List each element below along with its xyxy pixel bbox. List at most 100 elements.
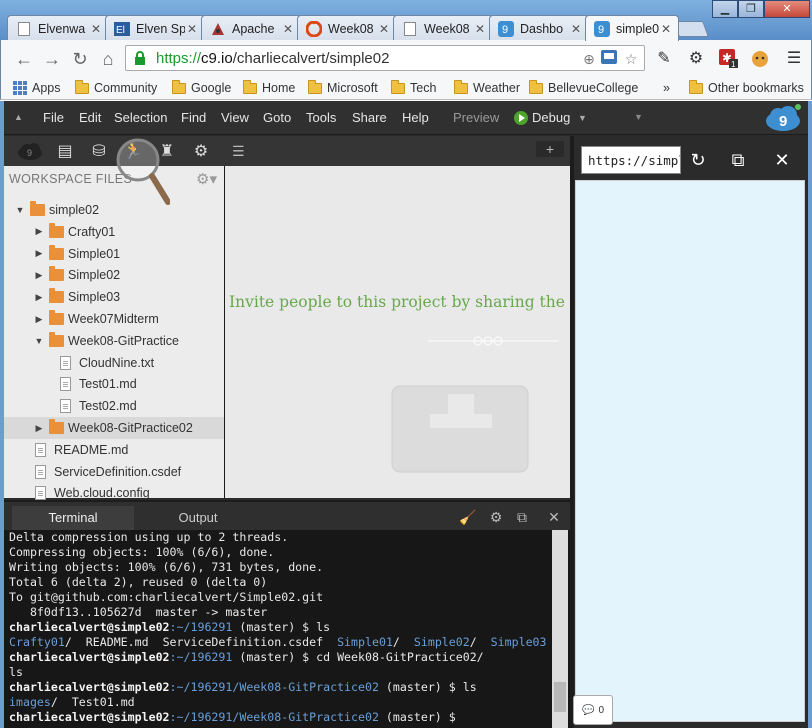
tree-folder[interactable]: ▶ Simple03 — [4, 286, 224, 308]
bookmark-folder[interactable]: BellevueCollege — [529, 79, 638, 97]
collapsed-arrow-icon[interactable]: ▶ — [33, 270, 45, 281]
home-icon[interactable]: ⌂ — [97, 48, 119, 70]
eyedropper-icon[interactable]: ✎ — [653, 48, 675, 70]
menu-view[interactable]: View — [221, 110, 249, 125]
tab-terminal[interactable]: Terminal — [12, 506, 134, 530]
divider-ornament-icon — [428, 336, 558, 346]
menu-help[interactable]: Help — [402, 110, 429, 125]
bookmarks-overflow-button[interactable]: » — [663, 79, 670, 97]
expanded-arrow-icon[interactable]: ▼ — [14, 205, 26, 215]
browser-tab-2[interactable]: Apache ✕ — [201, 15, 301, 41]
gear-icon[interactable]: ⚙ — [685, 48, 707, 70]
workspace-gear-icon[interactable]: ⚙▾ — [196, 170, 217, 188]
tree-file[interactable]: README.md — [4, 439, 224, 461]
bookmark-folder[interactable]: Tech — [391, 79, 436, 97]
bookmark-apps[interactable]: Apps — [13, 79, 61, 97]
scrollbar-thumb[interactable] — [554, 682, 566, 712]
bookmark-folder[interactable]: Microsoft — [308, 79, 378, 97]
menu-edit[interactable]: Edit — [79, 110, 101, 125]
workspace-cloud-icon[interactable]: 9 — [14, 141, 46, 163]
window-close-button[interactable]: ✕ — [764, 0, 810, 18]
zoom-icon[interactable]: ⊕ — [580, 50, 598, 68]
bookmark-folder[interactable]: Home — [243, 79, 295, 97]
menu-selection[interactable]: Selection — [114, 110, 167, 125]
preview-close-icon[interactable]: ✕ — [770, 148, 794, 172]
browser-tab-6[interactable]: 9 simple0 ✕ — [585, 15, 679, 41]
tab-close-icon[interactable]: ✕ — [473, 22, 487, 36]
tree-file[interactable]: CloudNine.txt — [4, 352, 224, 374]
expanded-arrow-icon[interactable]: ▼ — [33, 336, 45, 346]
debug-button[interactable]: Debug — [514, 110, 570, 125]
bookmark-folder[interactable]: Google — [172, 79, 231, 97]
collapsed-arrow-icon[interactable]: ▶ — [33, 248, 45, 259]
tab-close-icon[interactable]: ✕ — [569, 22, 583, 36]
bookmark-folder[interactable]: Weather — [454, 79, 520, 97]
collapsed-arrow-icon[interactable]: ▶ — [33, 226, 45, 237]
menu-file[interactable]: File — [43, 110, 64, 125]
lastpass-icon[interactable]: ✱ 1 — [717, 48, 739, 70]
html5-icon[interactable] — [600, 50, 618, 68]
tree-folder[interactable]: ▶ Week07Midterm — [4, 308, 224, 330]
preview-reload-icon[interactable]: ↻ — [686, 148, 710, 172]
terminal-text: 8f0df13..105627d master -> master — [9, 605, 268, 619]
tree-file[interactable]: Test01.md — [4, 373, 224, 395]
menu-goto[interactable]: Goto — [263, 110, 291, 125]
console-maximize-icon[interactable]: ⧉ — [512, 507, 532, 527]
browser-tab-5[interactable]: 9 Dashbo ✕ — [489, 15, 589, 41]
collapsed-arrow-icon[interactable]: ▶ — [33, 314, 45, 325]
reload-icon[interactable]: ↻ — [69, 48, 91, 70]
forward-icon[interactable]: → — [41, 48, 63, 70]
tree-folder[interactable]: ▼ Week08-GitPractice — [4, 330, 224, 352]
preview-button[interactable]: Preview — [453, 110, 499, 125]
clear-broom-icon[interactable]: 🧹 — [458, 507, 478, 527]
tab-close-icon[interactable]: ✕ — [281, 22, 295, 36]
tab-close-icon[interactable]: ✕ — [377, 22, 391, 36]
chrome-menu-icon[interactable]: ☰ — [783, 48, 805, 70]
tree-folder[interactable]: ▶ Week08-GitPractice02 — [4, 417, 224, 439]
collapse-caret-icon[interactable]: ▲ — [14, 112, 23, 122]
preview-popout-icon[interactable]: ⧉ — [726, 148, 750, 172]
settings-gear-icon[interactable]: ⚙ — [190, 141, 212, 163]
chat-button[interactable]: 💬 0 — [573, 695, 613, 725]
tree-file[interactable]: ServiceDefinition.csdef — [4, 461, 224, 483]
files-icon[interactable]: ▤ — [54, 141, 76, 163]
storage-icon[interactable]: ⛁ — [88, 141, 110, 163]
tab-output[interactable]: Output — [138, 506, 258, 530]
back-icon[interactable]: ← — [13, 48, 35, 70]
tab-title: Dashbo — [520, 21, 564, 36]
tab-close-icon[interactable]: ✕ — [185, 22, 199, 36]
browser-tab-0[interactable]: Elvenwa ✕ — [7, 15, 109, 41]
tab-list-icon[interactable]: ☰ — [232, 143, 245, 160]
menu-tools[interactable]: Tools — [306, 110, 336, 125]
extension-cat-icon[interactable] — [749, 48, 771, 70]
collapsed-arrow-icon[interactable]: ▶ — [33, 423, 45, 434]
bookmark-star-icon[interactable]: ☆ — [622, 50, 640, 68]
debug-dropdown-icon[interactable]: ▼ — [578, 113, 587, 123]
browser-tab-1[interactable]: El Elven Sp ✕ — [105, 15, 205, 41]
tree-folder[interactable]: ▶ Simple02 — [4, 264, 224, 286]
collapsed-arrow-icon[interactable]: ▶ — [33, 292, 45, 303]
minimize-button[interactable]: ▁ — [712, 0, 738, 18]
debug-label: Debug — [532, 110, 571, 125]
terminal-scrollbar[interactable] — [552, 530, 568, 728]
other-bookmarks[interactable]: Other bookmarks — [689, 79, 804, 97]
tab-close-icon[interactable]: ✕ — [659, 22, 673, 36]
new-tab-plus-icon[interactable]: + — [536, 141, 564, 157]
tree-file[interactable]: Test02.md — [4, 395, 224, 417]
maximize-button[interactable]: ❐ — [738, 0, 764, 18]
tree-folder[interactable]: ▶ Simple01 — [4, 243, 224, 265]
console-close-icon[interactable]: ✕ — [544, 507, 564, 527]
tree-folder[interactable]: ▶ Crafty01 — [4, 221, 224, 243]
menu-share[interactable]: Share — [352, 110, 387, 125]
browser-tab-3[interactable]: Week08 ✕ — [297, 15, 397, 41]
browser-tab-4[interactable]: Week08 ✕ — [393, 15, 493, 41]
tab-close-icon[interactable]: ✕ — [89, 22, 103, 36]
preview-url-input[interactable]: https://simple02-charliecalvert.c9.io — [581, 146, 681, 174]
terminal-output[interactable]: Delta compression using up to 2 threads.… — [4, 530, 570, 728]
menu-find[interactable]: Find — [181, 110, 206, 125]
bookmark-folder[interactable]: Community — [75, 79, 157, 97]
tree-item-label: README.md — [54, 442, 129, 457]
address-bar[interactable]: https://c9.io/charliecalvert/simple02 ⊕ … — [125, 45, 645, 71]
menu-dropdown-icon[interactable]: ▼ — [634, 112, 643, 122]
console-settings-gear-icon[interactable]: ⚙ — [486, 507, 506, 527]
